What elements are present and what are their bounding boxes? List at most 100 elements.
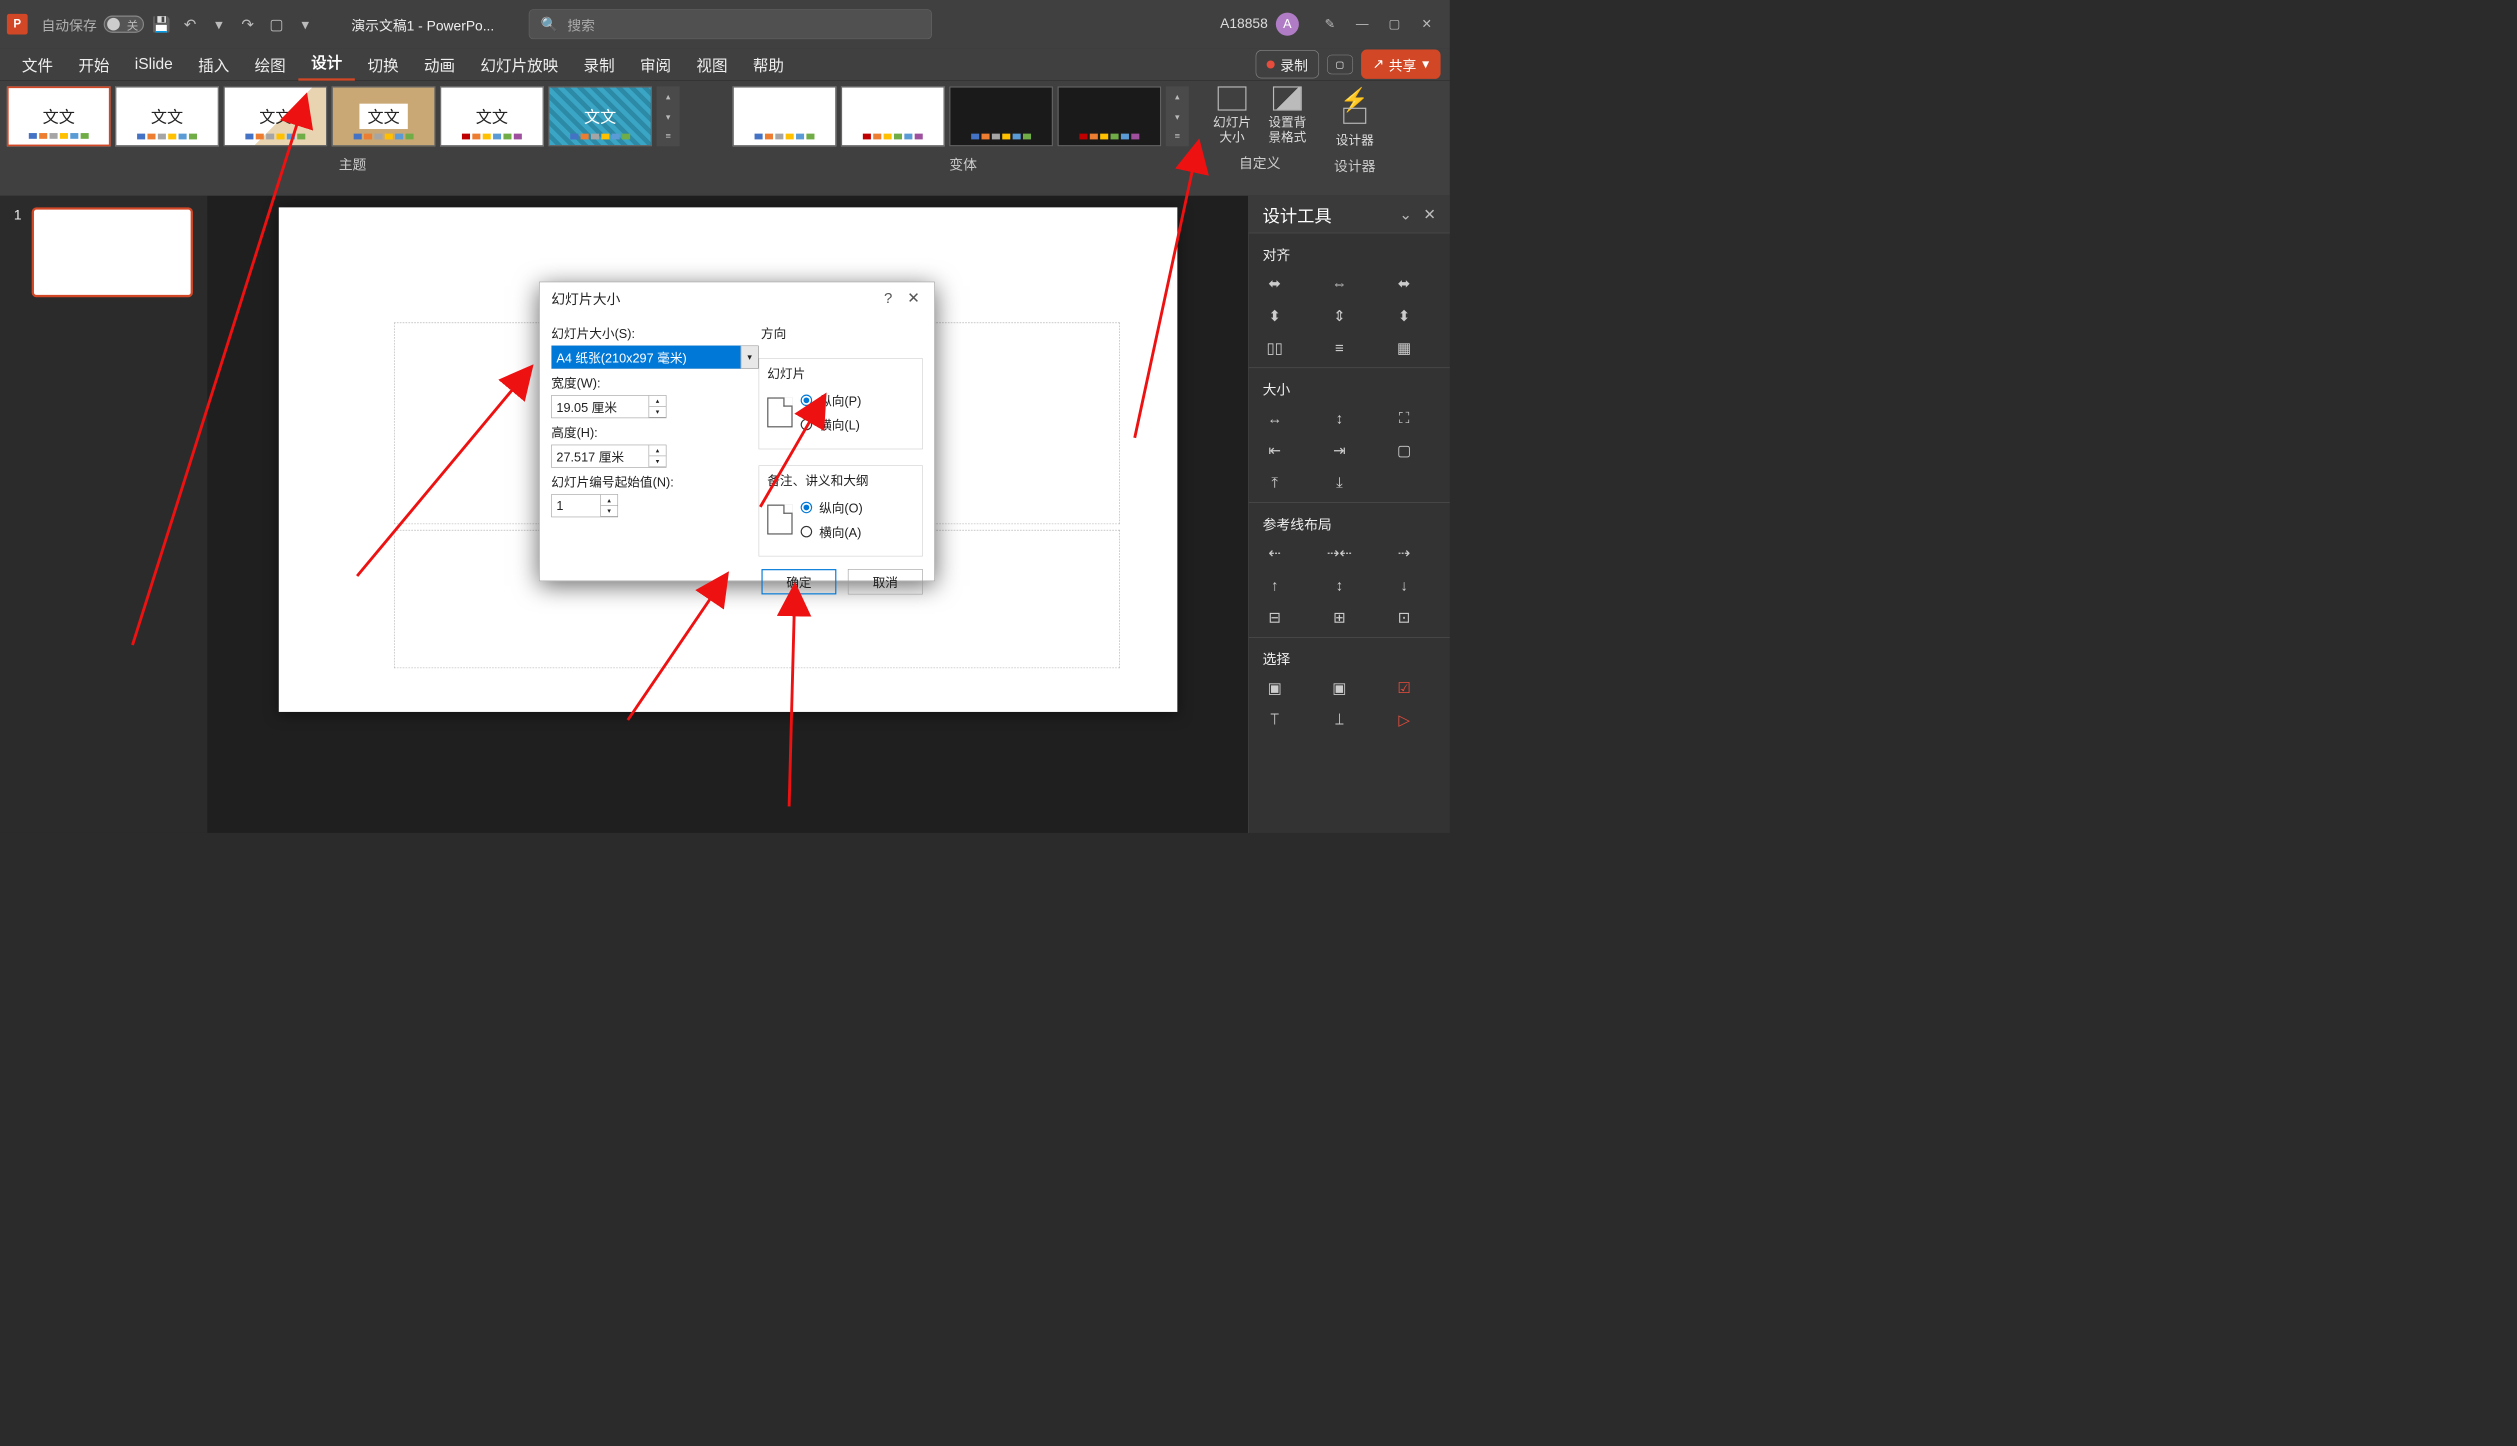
save-icon[interactable]: 💾 [150, 13, 173, 36]
maximize-icon[interactable]: ▢ [1378, 13, 1410, 36]
height-input[interactable]: 27.517 厘米 ▴▾ [551, 445, 666, 468]
record-button[interactable]: 录制 [1256, 50, 1319, 78]
tab-insert[interactable]: 插入 [185, 53, 241, 75]
tab-islide[interactable]: iSlide [122, 55, 185, 73]
theme-gallery-more[interactable]: ▴▾≡ [657, 86, 680, 146]
theme-thumb-3[interactable]: 文文 [223, 86, 327, 146]
radio-landscape-l[interactable]: 横向(L) [801, 415, 862, 433]
tab-slideshow[interactable]: 幻灯片放映 [468, 53, 571, 75]
pane-close-icon[interactable]: ✕ [1423, 205, 1436, 223]
spin-down-icon[interactable]: ▾ [649, 407, 666, 418]
background-format-button[interactable]: 设置背景格式 [1264, 86, 1310, 145]
guide-left-icon[interactable]: ⇠ [1263, 544, 1287, 562]
tab-animations[interactable]: 动画 [411, 53, 467, 75]
share-label: 共享 [1389, 54, 1417, 74]
undo-icon[interactable]: ↶ [179, 13, 202, 36]
select-group-icon[interactable]: ▣ [1327, 679, 1351, 697]
ok-button[interactable]: 确定 [761, 569, 836, 594]
tab-draw[interactable]: 绘图 [242, 53, 298, 75]
spin-up-icon[interactable]: ▴ [649, 396, 666, 407]
designer-group-label: 设计器 [1334, 155, 1375, 175]
tab-view[interactable]: 视图 [684, 53, 740, 75]
variant-gallery-more[interactable]: ▴▾≡ [1166, 86, 1189, 146]
align-top-icon[interactable]: ⬍ [1263, 306, 1287, 324]
tab-review[interactable]: 审阅 [627, 53, 683, 75]
search-input[interactable]: 🔍 搜索 [529, 9, 932, 39]
spin-up-icon[interactable]: ▴ [601, 495, 618, 506]
guide-v-icon[interactable]: ⊞ [1327, 608, 1351, 626]
close-icon[interactable]: ✕ [1411, 13, 1443, 36]
tab-file[interactable]: 文件 [9, 53, 65, 75]
guide-right-icon[interactable]: ⇢ [1392, 544, 1416, 562]
slide-thumbnail-1[interactable] [32, 207, 193, 297]
slide-size-icon [1218, 86, 1247, 110]
avatar[interactable]: A [1276, 13, 1299, 36]
select-top-icon[interactable]: ⟙ [1263, 711, 1287, 729]
spin-up-icon[interactable]: ▴ [649, 445, 666, 456]
spin-down-icon[interactable]: ▾ [601, 506, 618, 517]
qat-dropdown-icon[interactable]: ▾ [294, 13, 317, 36]
variant-thumb-1[interactable] [733, 86, 837, 146]
select-check-icon[interactable]: ☑ [1392, 679, 1416, 697]
radio-portrait-p[interactable]: 纵向(P) [801, 391, 862, 409]
select-cursor-icon[interactable]: ▷ [1392, 711, 1416, 729]
designer-button[interactable]: ⚡ 设计器 [1332, 86, 1378, 148]
redo-icon[interactable]: ↷ [236, 13, 259, 36]
size-fit-icon[interactable]: ▢ [1392, 441, 1416, 459]
start-slideshow-icon[interactable]: ▢ [265, 13, 288, 36]
size-inc-w-icon[interactable]: ⇤ [1263, 441, 1287, 459]
radio-portrait-o[interactable]: 纵向(O) [801, 498, 863, 516]
align-right-icon[interactable]: ⬌ [1392, 274, 1416, 292]
align-middle-icon[interactable]: ⇕ [1327, 306, 1351, 324]
tab-help[interactable]: 帮助 [740, 53, 796, 75]
align-center-h-icon[interactable]: ⇔ [1327, 274, 1351, 292]
slide-size-button[interactable]: 幻灯片大小 [1209, 86, 1255, 145]
variant-thumb-4[interactable] [1058, 86, 1162, 146]
radio-landscape-a[interactable]: 横向(A) [801, 522, 863, 540]
width-input[interactable]: 19.05 厘米 ▴▾ [551, 395, 666, 418]
autosave-toggle[interactable]: 关 [104, 16, 144, 33]
distribute-v-icon[interactable]: ≡ [1327, 339, 1351, 357]
size-width-icon[interactable]: ↔ [1263, 409, 1287, 427]
theme-thumb-4[interactable]: 文文 [332, 86, 436, 146]
start-number-input[interactable]: 1 ▴▾ [551, 494, 618, 517]
present-button[interactable]: ▢ [1327, 54, 1353, 74]
guide-h-icon[interactable]: ⊟ [1263, 608, 1287, 626]
variant-thumb-2[interactable] [841, 86, 945, 146]
tab-record[interactable]: 录制 [571, 53, 627, 75]
size-height-icon[interactable]: ↕ [1327, 409, 1351, 427]
minimize-icon[interactable]: — [1346, 13, 1378, 36]
size-inc-h-icon[interactable]: ⇥ [1327, 441, 1351, 459]
guide-bottom-icon[interactable]: ↓ [1392, 576, 1416, 594]
tab-transitions[interactable]: 切换 [355, 53, 411, 75]
cancel-button[interactable]: 取消 [848, 569, 923, 594]
guide-middle-icon[interactable]: ↕ [1327, 576, 1351, 594]
select-same-icon[interactable]: ▣ [1263, 679, 1287, 697]
theme-thumb-1[interactable]: 文文 [7, 86, 111, 146]
guide-top-icon[interactable]: ↑ [1263, 576, 1287, 594]
variant-thumb-3[interactable] [949, 86, 1053, 146]
dialog-close-icon[interactable]: ✕ [901, 289, 926, 307]
select-bottom-icon[interactable]: ⟘ [1327, 711, 1351, 729]
spin-down-icon[interactable]: ▾ [649, 456, 666, 467]
align-grid-icon[interactable]: ▦ [1392, 339, 1416, 357]
undo-dropdown-icon[interactable]: ▾ [207, 13, 230, 36]
guide-center-icon[interactable]: ⇢⇠ [1327, 544, 1351, 562]
theme-thumb-5[interactable]: 文文 [440, 86, 544, 146]
align-left-icon[interactable]: ⬌ [1263, 274, 1287, 292]
size-top-icon[interactable]: ⤒ [1263, 473, 1287, 491]
pen-icon[interactable]: ✎ [1314, 13, 1346, 36]
tab-design[interactable]: 设计 [298, 48, 354, 80]
share-button[interactable]: ↗ 共享 ▾ [1361, 50, 1441, 79]
align-bottom-icon[interactable]: ⬍ [1392, 306, 1416, 324]
guide-grid-icon[interactable]: ⊡ [1392, 608, 1416, 626]
size-both-icon[interactable]: ⛶ [1392, 409, 1416, 427]
size-bottom-icon[interactable]: ⤓ [1327, 473, 1351, 491]
pane-collapse-icon[interactable]: ⌄ [1399, 205, 1412, 223]
size-dropdown[interactable]: A4 纸张(210x297 毫米) ▾ [551, 346, 758, 369]
dialog-help-icon[interactable]: ? [876, 289, 901, 307]
theme-thumb-2[interactable]: 文文 [115, 86, 219, 146]
tab-home[interactable]: 开始 [66, 53, 122, 75]
distribute-h-icon[interactable]: ▯▯ [1263, 339, 1287, 357]
theme-thumb-6[interactable]: 文文 [548, 86, 652, 146]
